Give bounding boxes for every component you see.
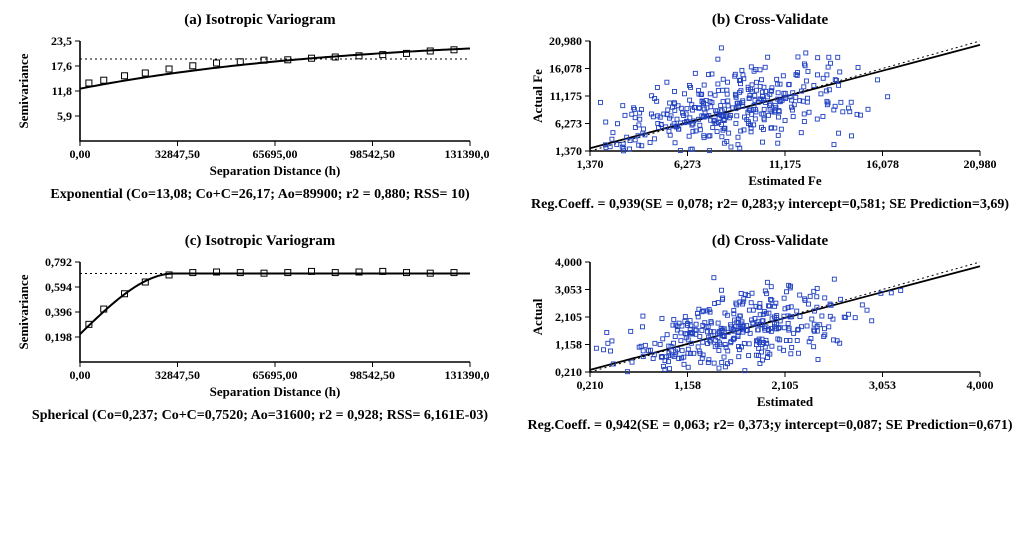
svg-text:20,980: 20,980 <box>964 157 997 171</box>
svg-text:2,105: 2,105 <box>772 378 799 392</box>
panel-c: (c) Isotropic Variogram 0,00 32847,50 6569… <box>10 231 510 448</box>
panel-d: (d) Cross-Validate 0,210 1,158 2,105 3,053 4… <box>520 231 1017 448</box>
panel-b-chart: 1,370 6,273 11,175 16,078 20,980 1,370 6,273 11… <box>520 33 1000 193</box>
panel-a: (a) Isotropic Variogram 0,00 32847,50 6569… <box>10 10 510 227</box>
svg-text:0,210: 0,210 <box>577 378 604 392</box>
svg-text:Estimated Fe: Estimated Fe <box>748 173 822 188</box>
svg-text:Semivariance: Semivariance <box>16 53 31 128</box>
svg-text:0,00: 0,00 <box>70 147 91 161</box>
svg-text:Estimated: Estimated <box>757 394 814 409</box>
panel-c-caption: Spherical (Co=0,237; Co+C=0,7520; Ao=316… <box>10 408 510 424</box>
panel-d-chart: 0,210 1,158 2,105 3,053 4,000 0,210 1,158 2,105… <box>520 254 1000 414</box>
svg-text:11,175: 11,175 <box>550 89 582 103</box>
panel-a-title: (a) Isotropic Variogram <box>10 12 510 29</box>
svg-text:1,158: 1,158 <box>555 338 582 352</box>
svg-text:Actual: Actual <box>530 298 545 335</box>
panel-b-caption: Reg.Coeff. = 0,939(SE = 0,078; r2= 0,283… <box>520 197 1017 213</box>
svg-text:5,9: 5,9 <box>57 109 72 123</box>
svg-text:6,273: 6,273 <box>555 117 582 131</box>
svg-text:4,000: 4,000 <box>967 378 994 392</box>
svg-text:1,370: 1,370 <box>577 157 604 171</box>
figure-grid: (a) Isotropic Variogram 0,00 32847,50 6569… <box>10 10 1017 456</box>
panel-a-caption: Exponential (Co=13,08; Co+C=26,17; Ao=89… <box>10 187 510 203</box>
svg-text:0,210: 0,210 <box>555 365 582 379</box>
svg-text:65695,00: 65695,00 <box>253 368 298 382</box>
panel-c-title: (c) Isotropic Variogram <box>10 233 510 250</box>
svg-text:11,8: 11,8 <box>52 84 72 98</box>
panel-b-title: (b) Cross-Validate <box>520 12 1017 29</box>
svg-text:20,980: 20,980 <box>549 34 582 48</box>
svg-text:0,00: 0,00 <box>70 368 91 382</box>
svg-text:0,396: 0,396 <box>45 305 72 319</box>
svg-text:Separation Distance (h): Separation Distance (h) <box>210 384 341 399</box>
panel-a-chart: 0,00 32847,50 65695,00 98542,50 131390,00 5,9… <box>10 33 490 183</box>
panel-c-chart: 0,00 32847,50 65695,00 98542,50 131390,00 0,1… <box>10 254 490 404</box>
svg-text:32847,50: 32847,50 <box>155 147 200 161</box>
svg-text:1,158: 1,158 <box>674 378 701 392</box>
svg-text:Separation Distance (h): Separation Distance (h) <box>210 163 341 178</box>
svg-text:23,5: 23,5 <box>51 34 72 48</box>
svg-text:0,198: 0,198 <box>45 330 72 344</box>
svg-text:11,175: 11,175 <box>769 157 801 171</box>
svg-text:65695,00: 65695,00 <box>253 147 298 161</box>
svg-text:4,000: 4,000 <box>555 255 582 269</box>
svg-text:2,105: 2,105 <box>555 310 582 324</box>
panel-b: (b) Cross-Validate 1,370 6,273 11,175 16,07… <box>520 10 1017 227</box>
svg-text:98542,50: 98542,50 <box>350 147 395 161</box>
svg-text:Actual Fe: Actual Fe <box>530 69 545 123</box>
svg-text:16,078: 16,078 <box>866 157 899 171</box>
svg-text:Semivariance: Semivariance <box>16 274 31 349</box>
svg-text:0,594: 0,594 <box>45 280 72 294</box>
svg-text:17,6: 17,6 <box>51 59 72 73</box>
svg-text:6,273: 6,273 <box>674 157 701 171</box>
panel-d-caption: Reg.Coeff. = 0,942(SE = 0,063; r2= 0,373… <box>520 418 1017 434</box>
svg-text:1,370: 1,370 <box>555 144 582 158</box>
svg-text:98542,50: 98542,50 <box>350 368 395 382</box>
svg-text:3,053: 3,053 <box>555 283 582 297</box>
svg-text:32847,50: 32847,50 <box>155 368 200 382</box>
svg-text:131390,00: 131390,00 <box>445 368 491 382</box>
svg-text:131390,00: 131390,00 <box>445 147 491 161</box>
svg-text:3,053: 3,053 <box>869 378 896 392</box>
svg-text:0,792: 0,792 <box>45 255 72 269</box>
panel-d-title: (d) Cross-Validate <box>520 233 1017 250</box>
svg-text:16,078: 16,078 <box>549 62 582 76</box>
